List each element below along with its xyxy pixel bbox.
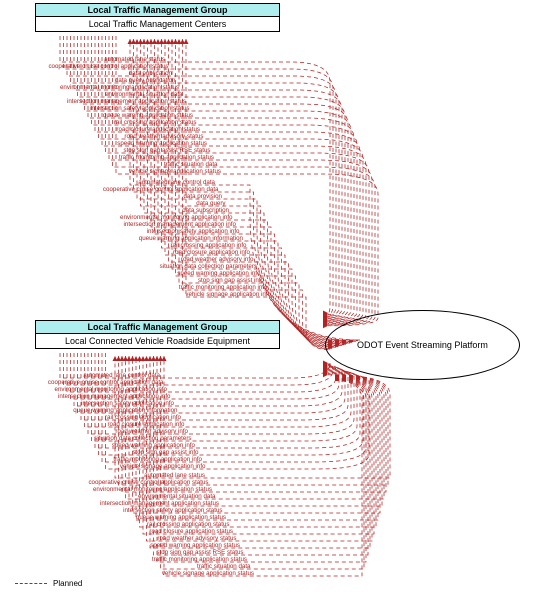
svg-text:road weather advisory status: road weather advisory status [157,535,236,542]
node-local-traffic-mgmt-centers: Local Traffic Management Group Local Tra… [35,3,280,32]
svg-text:situation data collection para: situation data collection parameters [160,263,257,270]
svg-text:speed warning application stat: speed warning application status [117,140,207,147]
svg-text:intersection safety applicatio: intersection safety application status [123,507,222,514]
svg-text:automated lane control data: automated lane control data [138,179,215,186]
svg-text:data publication: data publication [129,70,173,77]
svg-text:environmental monitoring appli: environmental monitoring application inf… [120,214,233,221]
svg-text:stop sign gap assist info: stop sign gap assist info [132,449,199,456]
svg-text:queue warning application stat: queue warning application status [136,514,226,521]
legend-label: Planned [53,579,82,588]
diagram-stage: automated lane statuscooperative cruise … [0,0,537,593]
svg-text:vehicle signage application st: vehicle signage application status [129,168,221,175]
svg-text:intersection management applic: intersection management application info [124,221,237,228]
svg-text:cooperative cruise control app: cooperative cruise control application s… [88,479,208,486]
svg-text:intersection management applic: intersection management application info [58,393,171,400]
node-group-label: Local Traffic Management Group [35,3,280,17]
svg-text:data subscription: data subscription [182,207,229,214]
node-title: Local Traffic Management Centers [35,17,280,32]
svg-text:road weather advisory status: road weather advisory status [124,133,203,140]
svg-text:queue warning application info: queue warning application information [139,235,244,242]
svg-text:traffic monitoring application: traffic monitoring application status [152,556,247,563]
svg-text:rail crossing application stat: rail crossing application status [114,119,197,126]
svg-text:traffic monitoring application: traffic monitoring application status [119,154,214,161]
svg-text:automated lane status: automated lane status [104,56,165,63]
flow-lines: automated lane statuscooperative cruise … [0,0,537,593]
svg-text:intersection safety applicatio: intersection safety application status [90,105,189,112]
svg-text:cooperative cruise control app: cooperative cruise control application s… [48,63,168,70]
node-local-cv-roadside-equipment: Local Traffic Management Group Local Con… [35,320,280,349]
node-title: ODOT Event Streaming Platform [357,340,488,350]
svg-text:road weather advisory info: road weather advisory info [181,256,254,263]
svg-text:data provision: data provision [183,193,222,200]
svg-text:stop sign gap assist info: stop sign gap assist info [198,277,265,284]
svg-text:traffic monitoring application: traffic monitoring application info [179,284,268,291]
svg-text:vehicle signage application st: vehicle signage application status [162,570,254,577]
svg-text:rail crossing application stat: rail crossing application status [147,521,230,528]
svg-text:stop sign gap assist RSE statu: stop sign gap assist RSE status [156,549,243,556]
svg-text:queue warning application stat: queue warning application status [103,112,193,119]
svg-text:traffic situation data: traffic situation data [197,563,251,570]
node-odot-event-streaming-platform: ODOT Event Streaming Platform [325,310,520,380]
svg-text:road closure application info: road closure application info [173,249,251,256]
svg-text:intersection safety applicatio: intersection safety application info [147,228,240,235]
node-group-label: Local Traffic Management Group [35,320,280,334]
legend-swatch-planned [15,583,47,584]
legend: Planned [15,579,82,588]
svg-text:cooperative cruise control app: cooperative cruise control application d… [103,186,219,193]
node-title: Local Connected Vehicle Roadside Equipme… [35,334,280,349]
svg-text:intersection management applic: intersection management application stat… [100,500,219,507]
svg-text:traffic monitoring application: traffic monitoring application info [113,456,202,463]
svg-text:road weather advisory info: road weather advisory info [115,428,188,435]
svg-text:speed warning application info: speed warning application info [177,270,261,277]
svg-text:data query publication: data query publication [115,77,176,84]
svg-text:rail crossing application info: rail crossing application info [170,242,247,249]
svg-text:data query: data query [196,200,226,207]
svg-text:road closure application statu: road closure application status [149,528,233,535]
svg-text:environmental monitoring appli: environmental monitoring application inf… [55,386,168,393]
svg-text:vehicle signage application in: vehicle signage application info [185,291,271,298]
svg-text:environmental monitoring appli: environmental monitoring application sta… [93,486,212,493]
svg-text:stop sign gap assist RSE statu: stop sign gap assist RSE status [123,147,210,154]
